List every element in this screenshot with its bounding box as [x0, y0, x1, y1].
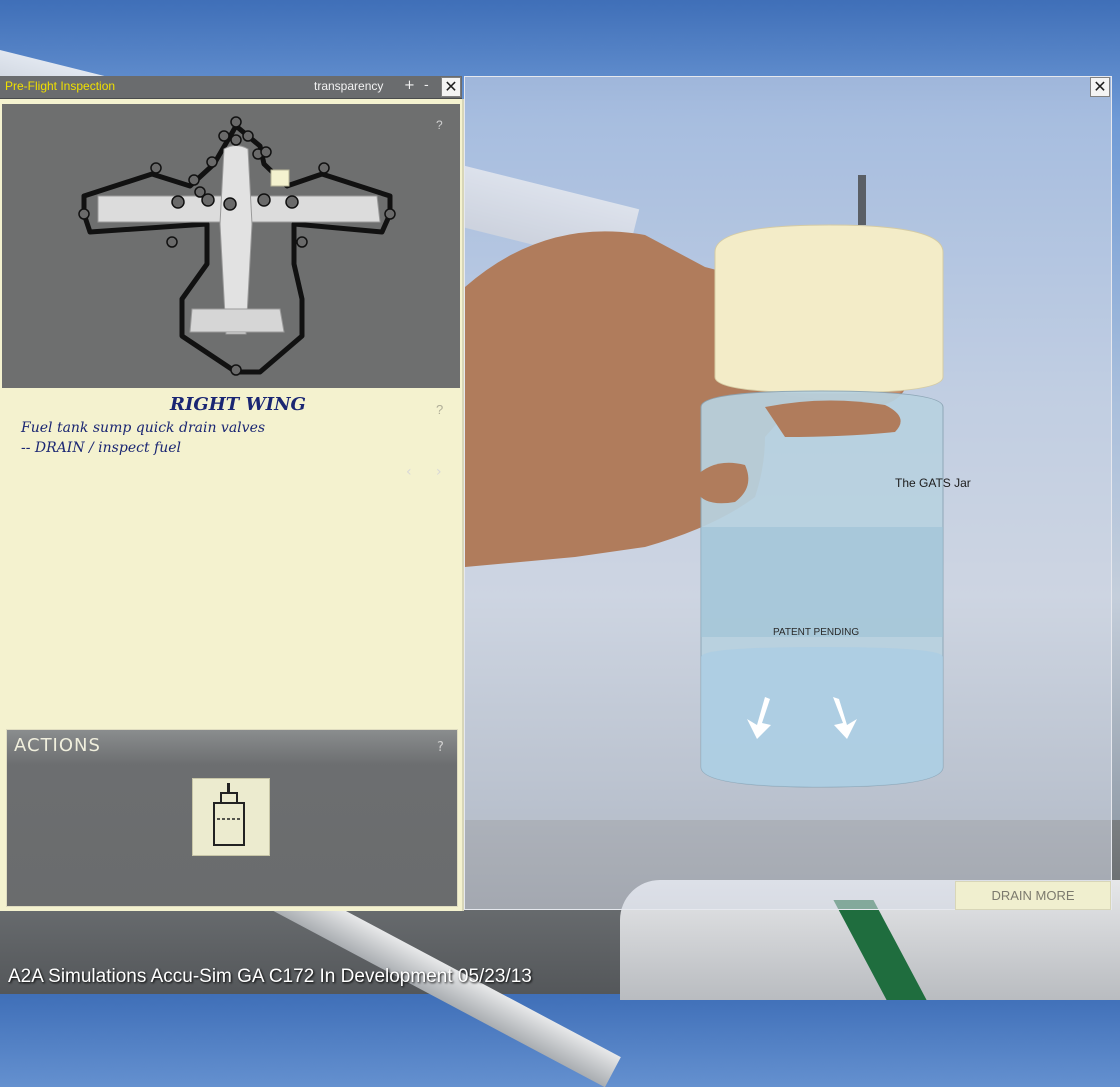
map-help-icon[interactable]: ? — [436, 118, 443, 132]
jar-patent-label: PATENT PENDING — [773, 627, 859, 638]
checkpoint[interactable] — [384, 208, 396, 220]
aircraft-diagram — [78, 116, 396, 376]
window-title: Pre-Flight Inspection — [5, 79, 116, 93]
inspection-close-button[interactable]: ✕ — [441, 77, 461, 97]
actions-title: ACTIONS — [14, 735, 101, 756]
inspection-titlebar[interactable]: Pre-Flight Inspection transparency + - — [0, 76, 462, 99]
checkpoint[interactable] — [166, 236, 178, 248]
actions-panel: ACTIONS ? — [6, 729, 458, 907]
checkpoint[interactable] — [218, 130, 230, 142]
fuel-sample — [701, 647, 943, 787]
checkpoint[interactable] — [285, 195, 299, 209]
aircraft-fuselage — [219, 145, 253, 335]
checkpoint[interactable] — [171, 195, 185, 209]
checkpoint[interactable] — [318, 162, 330, 174]
finger — [765, 400, 901, 437]
fuel-sample-photo: The GATS Jar PATENT PENDING — [465, 175, 971, 788]
actions-help-icon[interactable]: ? — [437, 740, 444, 755]
next-step-button[interactable]: › — [436, 464, 442, 480]
aircraft-walkaround-map: ? ‹ › — [2, 104, 460, 480]
photo-close-button[interactable]: ✕ — [1090, 77, 1110, 97]
checkpoint[interactable] — [188, 174, 200, 186]
drain-more-button[interactable]: DRAIN MORE — [955, 881, 1111, 910]
transparency-increase-button[interactable]: + — [404, 78, 415, 93]
fuel-sample-view: The GATS Jar PATENT PENDING — [464, 76, 1112, 910]
jar-label-area — [701, 527, 943, 637]
checkpoint[interactable] — [230, 134, 242, 146]
inspection-help-icon[interactable]: ? — [436, 402, 443, 417]
checkpoint[interactable] — [206, 156, 218, 168]
checkpoint[interactable] — [230, 364, 242, 376]
aircraft-tail — [189, 308, 285, 333]
checkpoint[interactable] — [260, 146, 272, 158]
jar-cap — [714, 224, 944, 394]
inspection-line: -- DRAIN / inspect fuel — [21, 440, 181, 456]
current-position-marker — [270, 169, 290, 187]
drain-fuel-action-button[interactable] — [192, 778, 270, 856]
checkpoint[interactable] — [78, 208, 90, 220]
sampler-probe — [858, 175, 866, 225]
checkpoint[interactable] — [296, 236, 308, 248]
transparency-label: transparency — [314, 79, 384, 93]
jar-brand-label: The GATS Jar — [895, 476, 971, 490]
footer-caption: A2A Simulations Accu-Sim GA C172 In Deve… — [8, 966, 532, 987]
inspection-line: Fuel tank sump quick drain valves — [21, 420, 266, 436]
previous-step-button[interactable]: ‹ — [406, 464, 412, 480]
checkpoint[interactable] — [201, 193, 215, 207]
checkpoint[interactable] — [223, 197, 237, 211]
transparency-decrease-button[interactable]: - — [424, 78, 429, 93]
inspection-heading: RIGHT WING — [170, 394, 306, 415]
checkpoint[interactable] — [242, 130, 254, 142]
checkpoint[interactable] — [257, 193, 271, 207]
checkpoint[interactable] — [230, 116, 242, 128]
fuel-sampler-icon — [213, 783, 245, 846]
checkpoint[interactable] — [150, 162, 162, 174]
